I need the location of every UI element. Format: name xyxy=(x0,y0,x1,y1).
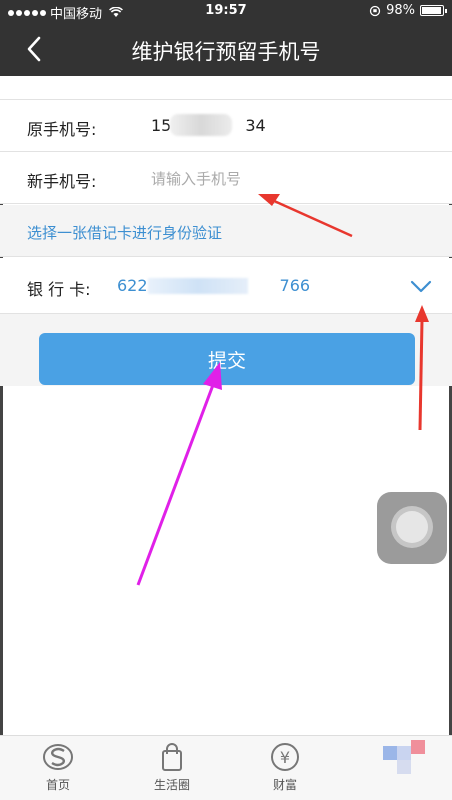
home-logo-icon xyxy=(43,744,73,770)
bank-card-suffix: 766 xyxy=(279,276,311,295)
svg-text:¥: ¥ xyxy=(280,748,290,767)
new-phone-input[interactable] xyxy=(151,168,351,190)
tab-wealth[interactable]: ¥ 财富 xyxy=(250,742,320,793)
old-phone-suffix: 34 xyxy=(245,116,266,135)
select-debit-card-link[interactable]: 选择一张借记卡进行身份验证 xyxy=(27,222,222,243)
old-phone-mask xyxy=(170,114,232,136)
tab-bar: 首页 生活圈 ¥ 财富 xyxy=(0,735,452,800)
submit-button[interactable]: 提交 xyxy=(39,333,415,385)
tab-home[interactable]: 首页 xyxy=(23,742,93,793)
orientation-lock-icon xyxy=(369,5,381,16)
tab-life-label: 生活圈 xyxy=(153,778,190,792)
bank-card-label: 银 行 卡: xyxy=(27,280,91,299)
tab-home-label: 首页 xyxy=(45,778,70,792)
assistive-touch-center xyxy=(396,511,428,543)
shopping-bag-icon xyxy=(162,743,182,771)
battery-icon xyxy=(420,5,447,16)
tab-mine-pixelated[interactable] xyxy=(383,740,431,774)
old-phone-label: 原手机号: xyxy=(27,120,97,139)
assistive-touch-button[interactable] xyxy=(377,492,447,564)
yuan-coin-icon: ¥ xyxy=(271,743,299,771)
nav-bar: 维护银行预留手机号 xyxy=(0,22,452,76)
page-title: 维护银行预留手机号 xyxy=(131,40,321,64)
top-spacer xyxy=(0,76,452,100)
tab-wealth-label: 财富 xyxy=(272,778,297,792)
tab-life-circle[interactable]: 生活圈 xyxy=(137,742,207,793)
old-phone-prefix: 15 xyxy=(151,116,172,135)
status-bar: 中国移动 19:57 98% xyxy=(0,0,452,22)
verify-section: 选择一张借记卡进行身份验证 xyxy=(0,205,452,257)
new-phone-label: 新手机号: xyxy=(27,172,97,191)
status-right: 98% xyxy=(369,3,447,18)
bank-card-prefix: 622 xyxy=(117,276,148,295)
battery-percent: 98% xyxy=(386,3,415,18)
bank-card-mask xyxy=(148,278,248,294)
chevron-down-icon[interactable] xyxy=(410,280,432,294)
magenta-arrow-to-submit xyxy=(136,362,222,586)
